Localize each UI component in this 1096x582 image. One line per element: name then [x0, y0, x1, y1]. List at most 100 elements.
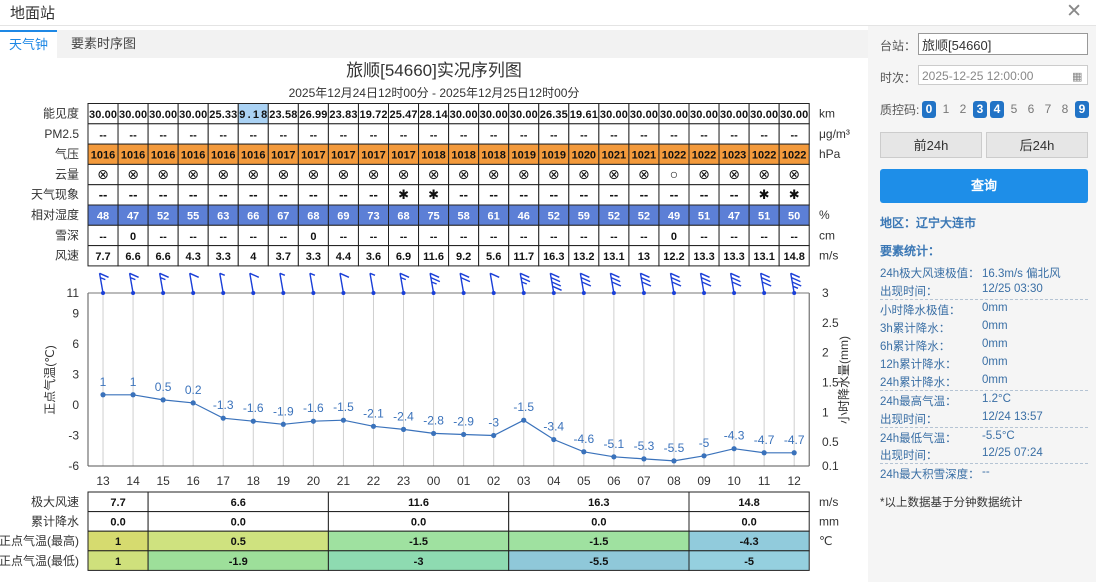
stat-row: 6h累计降水： 0mm [880, 336, 1088, 354]
data-cell-value: 9.18 [239, 109, 267, 121]
temperature-point [701, 453, 707, 459]
data-cell-value: -- [99, 187, 108, 202]
data-cell-value: -- [159, 231, 167, 243]
data-cell-value: -- [430, 129, 438, 141]
data-cell-value: 6.6 [125, 251, 140, 263]
stat-row: 小时降水极值： 0mm [880, 299, 1088, 317]
station-input[interactable] [918, 33, 1088, 55]
stat-value: 0mm [982, 302, 1008, 315]
x-tick-hour: 06 [607, 474, 621, 488]
prev-24h-button[interactable]: 前24h [880, 132, 982, 158]
query-button[interactable]: 查询 [880, 169, 1088, 203]
data-cell-value: 30.00 [89, 109, 117, 121]
wind-barb-station [221, 291, 226, 295]
qc-code-7[interactable]: 7 [1041, 101, 1055, 118]
x-tick-hour: 15 [156, 474, 170, 488]
row-label: PM2.5 [44, 127, 79, 141]
data-cell-value: 1016 [91, 150, 115, 162]
data-cell-value: 3.7 [276, 251, 291, 263]
calendar-icon[interactable]: ▦ [1072, 70, 1082, 83]
data-cell-value: 30.00 [510, 109, 538, 121]
data-cell-value: -- [189, 187, 198, 202]
data-cell-value: 1018 [451, 150, 475, 162]
row-label: 风速 [55, 249, 79, 263]
tab-weather-clock[interactable]: 天气钟 [0, 30, 58, 58]
qc-code-4[interactable]: 4 [990, 101, 1004, 118]
y-right-tick: 0.5 [822, 435, 839, 449]
temperature-data-label: -4.7 [754, 433, 775, 447]
summary-cell-value: 6.6 [231, 497, 246, 509]
data-cell-value: ✱ [428, 187, 439, 202]
x-tick-hour: 09 [697, 474, 711, 488]
x-tick-hour: 08 [667, 474, 681, 488]
row-unit: μg/m³ [819, 127, 850, 141]
wind-barb-station [311, 291, 316, 295]
data-cell-value: 1021 [602, 150, 626, 162]
stat-key: 出现时间： [880, 413, 938, 426]
x-tick-hour: 01 [457, 474, 471, 488]
data-cell-value: 1022 [692, 150, 716, 162]
qc-code-6[interactable]: 6 [1024, 101, 1038, 118]
data-cell-value: 47 [127, 211, 139, 223]
data-cell-value: 4.3 [186, 251, 201, 263]
data-cell-value: 3.3 [306, 251, 321, 263]
qc-code-9[interactable]: 9 [1075, 101, 1089, 118]
data-cell-value: 0 [130, 231, 136, 243]
stat-value: 12/25 07:24 [982, 447, 1043, 459]
qc-code-1[interactable]: 1 [939, 101, 953, 118]
data-cell-value: 30.00 [690, 109, 718, 121]
y-right-tick: 3 [822, 286, 829, 300]
data-cell-value: -- [220, 129, 228, 141]
row-unit: hPa [819, 147, 841, 161]
data-cell-value: -- [640, 231, 648, 243]
summary-cell-value: 0.0 [231, 517, 246, 529]
data-cell-value: 51 [698, 211, 710, 223]
stat-key: 小时降水极值： [880, 305, 961, 318]
stat-row: 3h累计降水： 0mm [880, 318, 1088, 336]
summary-row-label: 累计降水 [31, 515, 79, 529]
data-cell-value: -- [309, 187, 318, 202]
data-cell-value: 25.33 [209, 109, 237, 121]
data-cell-value: -- [640, 129, 648, 141]
data-cell-value: ⊗ [578, 166, 590, 182]
wind-barb-station [131, 291, 136, 295]
data-cell-value: 4 [250, 251, 257, 263]
x-tick-hour: 22 [367, 474, 381, 488]
temperature-data-label: 1 [130, 375, 137, 389]
data-cell-value: 52 [548, 211, 560, 223]
x-tick-hour: 02 [487, 474, 501, 488]
data-cell-value: -- [369, 187, 378, 202]
data-cell-value: 13.3 [723, 251, 744, 263]
stat-value: 1.2°C [982, 393, 1011, 406]
data-cell-value: ✱ [789, 187, 800, 202]
wind-barb-station [702, 291, 707, 295]
qc-code-3[interactable]: 3 [973, 101, 987, 118]
tab-element-timeseries[interactable]: 要素时序图 [62, 30, 145, 58]
summary-row-label: 正点气温(最高) [0, 533, 79, 548]
data-cell-value: -- [670, 129, 678, 141]
close-icon[interactable]: ✕ [1066, 2, 1082, 21]
wind-barb-station [191, 291, 196, 295]
data-cell-value: 9.2 [456, 251, 471, 263]
data-cell-value: 1016 [241, 150, 265, 162]
data-cell-value: 30.00 [179, 109, 207, 121]
stat-row: 24h最大积雪深度： -- [880, 463, 1088, 481]
data-cell-value: 66 [247, 211, 259, 223]
data-cell-value: ⊗ [247, 166, 259, 182]
data-cell-value: ⊗ [458, 166, 470, 182]
temperature-point [160, 397, 166, 403]
time-input[interactable] [918, 65, 1088, 85]
qc-code-0[interactable]: 0 [922, 101, 936, 118]
next-24h-button[interactable]: 后24h [986, 132, 1088, 158]
station-label: 台站： [880, 39, 917, 53]
stat-value: -5.5°C [982, 429, 1015, 442]
temperature-point [250, 418, 256, 424]
data-cell-value: -- [579, 187, 588, 202]
data-cell-value: -- [159, 129, 167, 141]
stat-key: 出现时间： [880, 286, 938, 299]
temperature-data-label: -1.5 [513, 400, 534, 414]
qc-code-8[interactable]: 8 [1058, 101, 1072, 118]
qc-code-5[interactable]: 5 [1007, 101, 1021, 118]
data-cell-value: 1022 [662, 150, 686, 162]
qc-code-2[interactable]: 2 [956, 101, 970, 118]
